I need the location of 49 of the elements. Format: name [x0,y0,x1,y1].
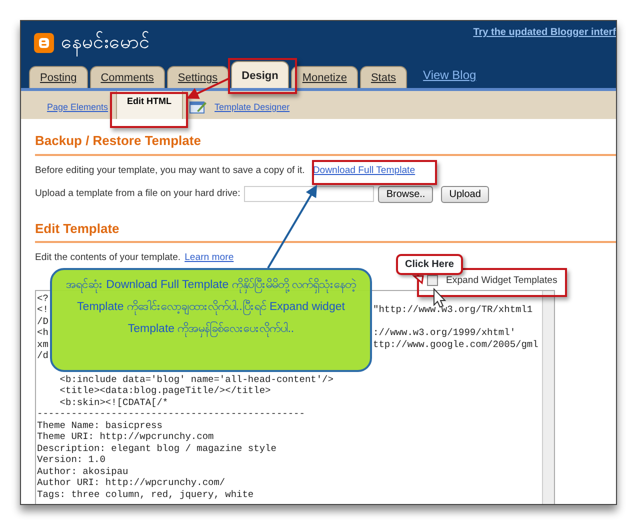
highlight-frame [228,58,297,94]
file-field[interactable] [244,186,374,202]
intro-text: Edit the contents of your template. [35,251,181,266]
tab[interactable]: Stats [360,66,408,88]
learn-more-link[interactable]: Learn more [184,251,234,266]
checkbox-label: Expand Widget Templates [446,274,558,288]
code-line: Version: 1.0 [37,454,106,466]
code-line: /d [37,350,48,362]
upload-label: Upload a template from a file on your hard drive: [35,187,240,202]
tab[interactable]: Comments [90,66,165,88]
code-line: Theme URI: http://wpcrunchy.com [37,431,214,443]
code-line: Tags: three column, red, jquery, white [37,488,254,500]
code-line: Description: elegant blog / magazine style [37,442,276,454]
blog-title: နေမင်းမောင် [61,29,150,58]
code-line: ttp://www.google.com/2005/gml [373,338,538,350]
sub-tab[interactable]: Page Elements [45,100,110,114]
code-line: <b:skin><![CDATA[/* [58,396,168,408]
pointer-tail [412,275,424,284]
code-line: ----------------------------------------------- [37,408,305,420]
designer-icon [188,100,207,114]
code-line: ://www.w3.org/1999/xhtml' [373,327,516,339]
checkbox[interactable] [427,275,438,286]
code-line: "http://www.w3.org/TR/xhtml1 [373,304,533,316]
code-line: <? [37,292,48,304]
callout-text: အရင်ဆုံး Download Full Template ကိုနှိပ်ပြီးမိမိတို့ လက်ရှိသုံးနေတဲ့ Template ကိုဒေါင်းလော့ချထားလိုက်ပါ..ပြီးရင် Expand widget Template ကိုအမှန်ခြစ်လေးပေးလိုက်ပါ.. [50,268,372,372]
tab[interactable]: Monetize [291,66,358,88]
sub-tab[interactable]: Template Designer [212,100,292,114]
code-line: xm [37,338,48,350]
code-line: <! [37,304,48,316]
browse-button[interactable]: Browse.. [378,186,434,203]
sub-tab[interactable]: Edit HTML [116,91,183,119]
code-line: <h [37,327,48,339]
code-line: Author: akosipau [37,466,128,478]
section-heading: Backup / Restore Template [35,131,616,156]
tab[interactable]: Settings [166,66,229,88]
download-link[interactable]: Download Full Template [312,164,416,178]
code-line: Author URI: http://wpcrunchy.com/ [37,477,226,489]
code-line: Theme Name: basicpress [37,420,162,432]
intro-text: Before editing your template, you may want to save a copy of it. [35,164,305,178]
code-line: <title><data:blog.pageTitle/></title> [58,385,271,397]
tab[interactable]: Posting [29,66,88,88]
code-line: /D [37,316,48,328]
tab[interactable]: Design [230,61,290,88]
top-link[interactable]: Try the updated Blogger interf [473,25,616,40]
logo-icon [34,32,54,53]
section-heading: Edit Template [35,218,616,244]
view-blog-link[interactable]: View Blog [423,66,476,84]
upload-button[interactable]: Upload [441,186,489,203]
code-line: <b:include data='blog' name='all-head-content'/> [58,374,334,386]
